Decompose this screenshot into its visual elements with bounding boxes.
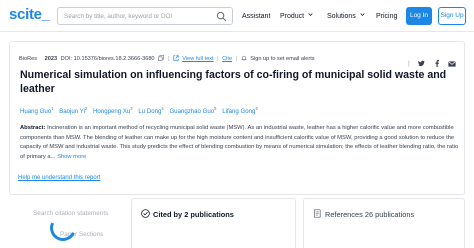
chevron-down-icon — [308, 13, 313, 17]
nav-pricing[interactable]: Pricing — [376, 12, 397, 21]
author-name: Huang Guo — [20, 108, 52, 116]
abstract: Abstract: Incineration is an important m… — [20, 124, 460, 162]
share-icons: | — [404, 55, 456, 68]
author-index: 1 — [51, 106, 54, 111]
twitter-icon[interactable] — [418, 60, 425, 67]
check-circle-icon — [141, 209, 150, 218]
cite-link[interactable]: Cite — [222, 55, 232, 64]
search-box[interactable] — [57, 7, 233, 25]
author-name: Hongpeng Xu — [93, 108, 131, 116]
author-index: 4 — [161, 106, 164, 111]
bell-icon — [240, 55, 247, 61]
author-name: Lifang Gong — [222, 108, 256, 116]
references-label: References 26 publications — [325, 210, 415, 219]
abstract-label: Abstract: — [20, 125, 46, 131]
publication-year: 2023 — [44, 56, 58, 63]
external-link-icon — [173, 55, 179, 61]
author-link[interactable]: Lifang Gong6 — [222, 106, 258, 116]
tab-cited-by[interactable]: Cited by 2 publications — [131, 198, 296, 248]
login-button[interactable]: Log In — [406, 7, 432, 25]
facebook-icon[interactable] — [434, 60, 440, 68]
nav-assistant[interactable]: Assistant — [242, 12, 270, 21]
nav-solutions[interactable]: Solutions — [327, 12, 365, 21]
author-link[interactable]: Guangzhao Guo5 — [169, 106, 217, 116]
document-icon — [313, 209, 321, 218]
journal-name[interactable]: BioRes — [19, 55, 37, 64]
author-link[interactable]: Huang Guo1 — [20, 106, 54, 116]
chevron-down-icon — [360, 13, 365, 17]
author-index: 3 — [130, 106, 133, 111]
signup-button[interactable]: Sign Up — [438, 7, 466, 25]
nav-assistant-label: Assistant — [242, 13, 271, 20]
scite-logo[interactable]: scite_ — [9, 7, 50, 23]
email-alerts-link[interactable]: Sign up to set email alerts — [250, 55, 314, 64]
paper-title: Numerical simulation on influencing fact… — [20, 69, 447, 95]
author-link[interactable]: Hongpeng Xu3 — [93, 106, 133, 116]
separator: | — [235, 56, 238, 63]
help-understand-link[interactable]: Help me understand this report — [18, 174, 100, 182]
copy-icon[interactable] — [158, 55, 165, 61]
share-divider: | — [408, 60, 410, 67]
author-name: Baojun Yi — [59, 108, 85, 116]
nav-product[interactable]: Product — [280, 12, 313, 21]
author-name: Lu Dong — [138, 108, 162, 116]
nav-pricing-label: Pricing — [376, 13, 398, 20]
search-input[interactable] — [64, 8, 214, 24]
separator: | — [217, 56, 219, 63]
paper-card: BioRes 2023 DOI: 10.15376/biores.18.2.36… — [9, 41, 465, 195]
nav-solutions-label: Solutions — [327, 13, 356, 20]
show-more-link[interactable]: Show more — [57, 154, 86, 160]
cited-by-label: Cited by 2 publications — [153, 210, 234, 219]
view-full-text-link[interactable]: View full text — [182, 55, 213, 64]
author-index: 2 — [84, 106, 88, 111]
author-list: Huang Guo1 Baojun Yi2 Hongpeng Xu3 Lu Do… — [20, 104, 262, 116]
author-link[interactable]: Baojun Yi2 — [59, 106, 88, 116]
top-navigation-bar: scite_ Assistant Product Solutions Prici… — [0, 0, 474, 32]
author-index: 6 — [255, 106, 258, 111]
email-icon[interactable] — [448, 61, 456, 67]
tab-references[interactable]: References 26 publications — [303, 198, 465, 248]
doi-text[interactable]: DOI: 10.15376/biores.18.2.3666-3680 — [61, 55, 155, 64]
author-link[interactable]: Lu Dong4 — [138, 106, 164, 116]
author-name: Guangzhao Guo — [169, 108, 215, 116]
paper-meta-row: BioRes 2023 DOI: 10.15376/biores.18.2.36… — [19, 55, 315, 64]
separator: | — [167, 56, 170, 63]
nav-product-label: Product — [280, 13, 305, 20]
search-icon[interactable] — [216, 11, 227, 22]
author-index: 5 — [214, 106, 217, 111]
